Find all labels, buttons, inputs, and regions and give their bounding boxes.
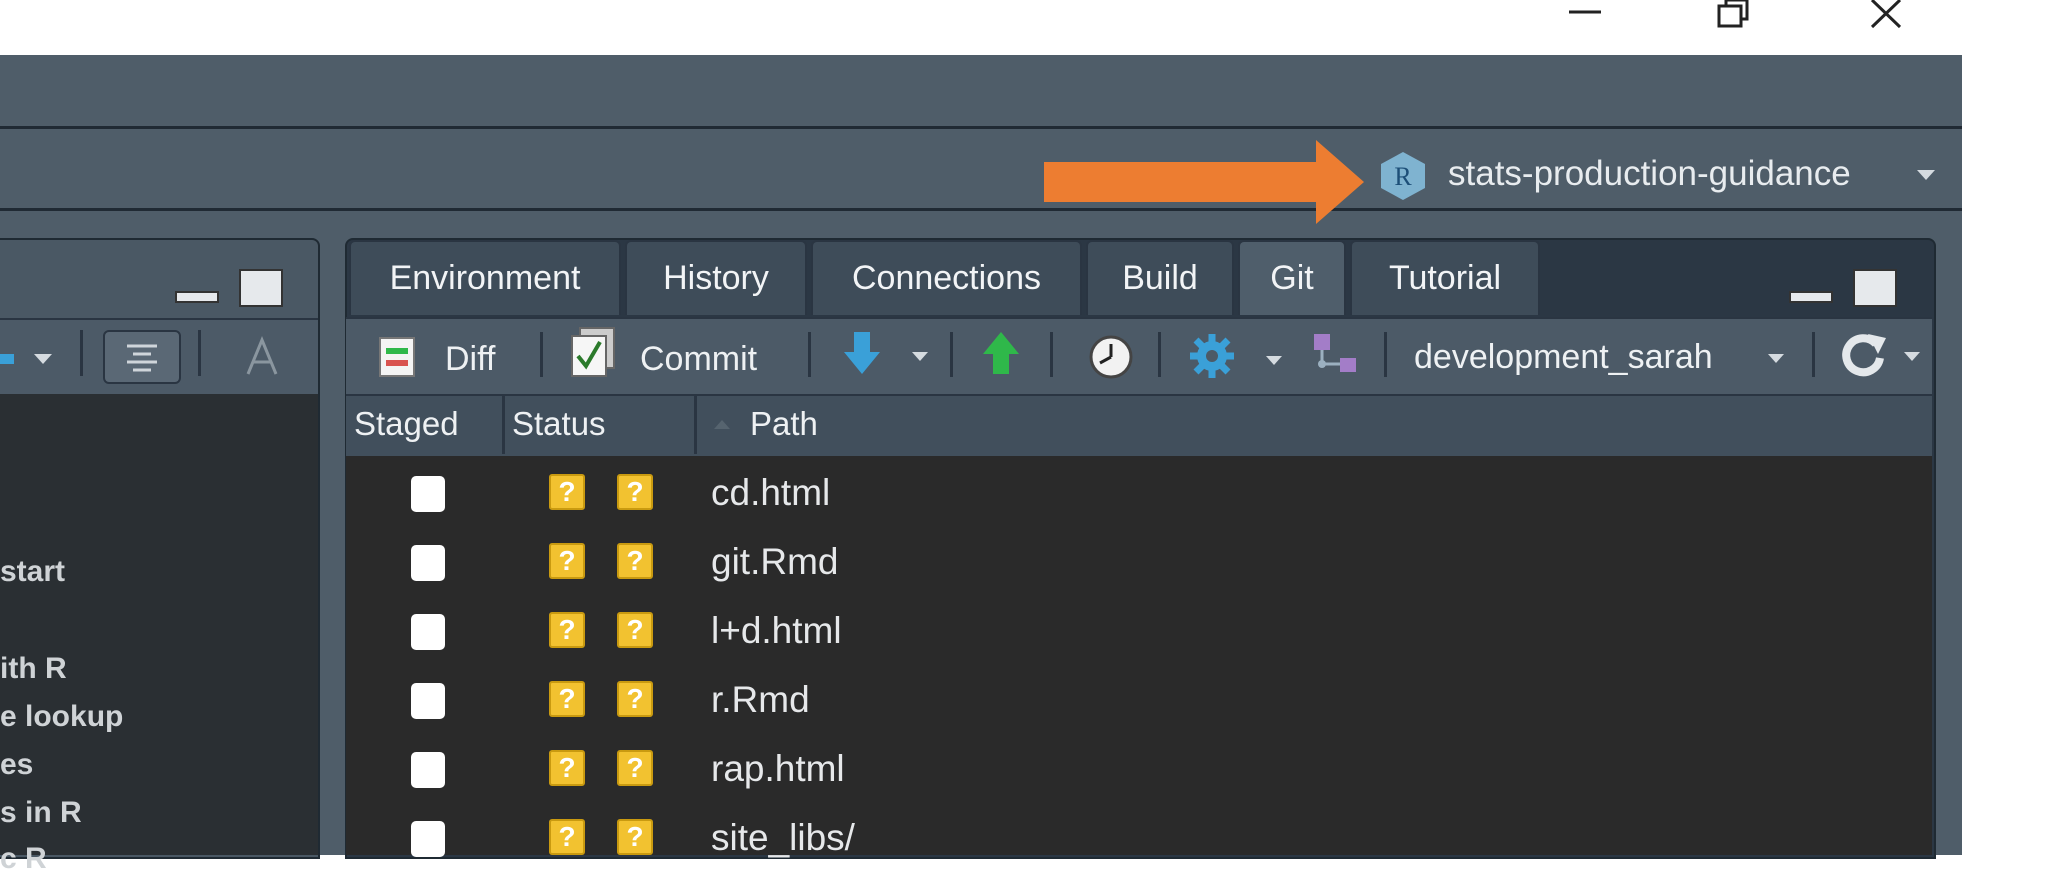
menu-divider	[0, 126, 1962, 129]
tab-git[interactable]: Git	[1238, 240, 1346, 315]
status-badge: ?	[549, 543, 585, 579]
close-icon	[1870, 0, 1902, 29]
push-arrow-icon[interactable]	[981, 330, 1021, 376]
minimize-button[interactable]	[1545, 0, 1625, 40]
column-divider	[694, 396, 697, 454]
staged-checkbox[interactable]	[411, 821, 445, 857]
toolbar-separator	[808, 332, 811, 377]
toolbar-separator	[1384, 332, 1387, 377]
staged-checkbox[interactable]	[411, 476, 445, 512]
editor-text-line: c R	[0, 842, 47, 875]
column-header-staged[interactable]: Staged	[354, 394, 459, 454]
svg-text:R: R	[1394, 162, 1412, 191]
toolbar-separator	[950, 332, 953, 377]
chevron-down-icon	[1768, 354, 1784, 363]
file-path: rap.html	[711, 748, 845, 789]
run-arrow-icon[interactable]	[0, 344, 60, 374]
staged-checkbox[interactable]	[411, 614, 445, 650]
editor-text-line: ith R	[0, 652, 67, 685]
editor-text-line: es	[0, 748, 34, 781]
status-badge: ?	[617, 612, 653, 648]
outline-icon	[127, 344, 157, 372]
tab-label: Build	[1122, 259, 1198, 297]
commit-icon	[571, 327, 615, 377]
history-clock-icon[interactable]	[1088, 334, 1134, 380]
staged-checkbox[interactable]	[411, 752, 445, 788]
pull-button[interactable]	[842, 330, 937, 380]
tab-tutorial[interactable]: Tutorial	[1350, 240, 1540, 315]
tab-label: History	[663, 259, 769, 297]
file-path: git.Rmd	[711, 541, 839, 582]
file-path: l+d.html	[711, 610, 842, 651]
staged-checkbox[interactable]	[411, 683, 445, 719]
commit-label: Commit	[640, 340, 758, 378]
chevron-down-icon	[1904, 352, 1920, 361]
status-badge: ?	[617, 681, 653, 717]
toolbar-separator	[1158, 332, 1161, 377]
column-header-status[interactable]: Status	[512, 394, 606, 454]
toolbar-separator	[1812, 332, 1815, 377]
tab-label: Connections	[851, 259, 1041, 297]
toolbar-divider	[0, 208, 1962, 211]
r-project-icon: R	[1381, 152, 1425, 200]
column-header-path[interactable]: Path	[750, 394, 818, 454]
source-editor[interactable]	[0, 394, 318, 855]
pane-minmax-controls[interactable]	[1788, 268, 1900, 308]
editor-text-line: s in R	[0, 796, 82, 829]
chevron-down-icon	[912, 352, 928, 361]
more-settings-button[interactable]	[1188, 332, 1288, 382]
status-badge: ?	[617, 474, 653, 510]
diff-icon	[379, 337, 415, 377]
close-button[interactable]	[1848, 0, 1928, 40]
status-badge: ?	[549, 474, 585, 510]
status-badge: ?	[549, 612, 585, 648]
outline-button[interactable]	[103, 330, 181, 384]
file-path: r.Rmd	[711, 679, 810, 720]
gear-icon	[1190, 334, 1234, 378]
tab-connections[interactable]: Connections	[811, 240, 1082, 315]
pull-arrow-icon	[844, 332, 880, 374]
editor-text-line: start	[0, 555, 66, 588]
minimize-icon	[1569, 10, 1601, 14]
chevron-down-icon	[1266, 356, 1282, 365]
diff-button[interactable]: Diff	[378, 336, 528, 382]
column-divider	[502, 396, 505, 454]
status-badge: ?	[617, 750, 653, 786]
editor-text-line: e lookup	[0, 700, 124, 733]
staged-checkbox[interactable]	[411, 545, 445, 581]
tab-label: Environment	[389, 259, 581, 297]
annotation-arrow	[1044, 140, 1364, 224]
status-badge: ?	[549, 819, 585, 855]
status-badge: ?	[617, 819, 653, 855]
tab-history[interactable]: History	[625, 240, 807, 315]
tab-build[interactable]: Build	[1086, 240, 1234, 315]
toolbar-separator	[540, 332, 543, 377]
file-path: site_libs/	[711, 817, 855, 858]
tab-environment[interactable]: Environment	[349, 240, 621, 315]
chevron-down-icon	[1917, 170, 1935, 180]
toolbar-separator	[1050, 332, 1053, 377]
commit-button[interactable]: Commit	[570, 326, 780, 382]
pane-minmax-controls[interactable]	[174, 268, 286, 308]
project-name: stats-production-guidance	[1448, 154, 1851, 193]
branch-selector[interactable]: development_sarah	[1414, 334, 1784, 382]
file-list	[346, 456, 1932, 855]
refresh-button[interactable]	[1838, 330, 1928, 380]
status-badge: ?	[617, 543, 653, 579]
toolbar-separator	[80, 330, 83, 376]
status-badge: ?	[549, 681, 585, 717]
file-path: cd.html	[711, 472, 831, 513]
sort-indicator-icon	[714, 420, 730, 429]
restore-icon	[1717, 0, 1749, 28]
branch-name: development_sarah	[1414, 338, 1713, 376]
restore-button[interactable]	[1695, 0, 1775, 40]
diff-label: Diff	[445, 340, 496, 378]
font-icon[interactable]	[244, 336, 280, 376]
tab-label: Tutorial	[1388, 259, 1502, 297]
tab-label: Git	[1270, 259, 1314, 297]
status-badge: ?	[549, 750, 585, 786]
refresh-icon	[1842, 334, 1886, 377]
branch-icon[interactable]	[1310, 330, 1360, 380]
toolbar-separator	[198, 330, 201, 376]
